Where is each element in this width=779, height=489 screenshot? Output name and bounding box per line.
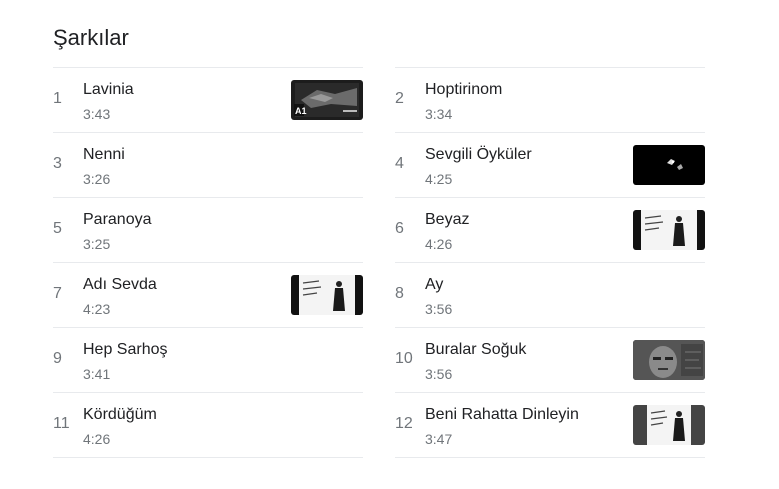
song-duration: 3:47 [425, 431, 453, 447]
video-thumbnail[interactable]: A1 [291, 80, 363, 120]
track-number: 10 [395, 350, 413, 367]
track-number: 2 [395, 90, 404, 107]
song-title[interactable]: Lavinia [83, 81, 134, 99]
track-number: 9 [53, 350, 62, 367]
video-thumbnail[interactable] [633, 145, 705, 185]
album-cover-thumbnail[interactable] [633, 405, 705, 445]
song-item[interactable]: 9 Hep Sarhoş 3:41 [53, 327, 363, 392]
song-item[interactable]: 7 Adı Sevda 4:23 [53, 262, 363, 327]
song-item[interactable]: 2 Hoptirinom 3:34 [395, 67, 705, 132]
song-title[interactable]: Kördüğüm [83, 406, 157, 424]
video-thumbnail[interactable] [633, 340, 705, 380]
song-item[interactable]: 3 Nenni 3:26 [53, 132, 363, 197]
song-duration: 3:43 [83, 106, 111, 122]
album-cover-thumbnail[interactable] [633, 210, 705, 250]
song-duration: 3:56 [425, 366, 453, 382]
song-item[interactable]: 12 Beni Rahatta Dinleyin 3:47 [395, 392, 705, 458]
song-duration: 3:34 [425, 106, 453, 122]
track-number: 3 [53, 155, 62, 172]
svg-text:A1: A1 [295, 106, 307, 116]
section-heading: Şarkılar [53, 25, 129, 50]
track-number: 8 [395, 285, 404, 302]
song-title[interactable]: Sevgili Öyküler [425, 146, 532, 164]
song-title[interactable]: Buralar Soğuk [425, 341, 526, 359]
track-number: 5 [53, 220, 62, 237]
song-title[interactable]: Hoptirinom [425, 81, 502, 99]
song-item[interactable]: 1 Lavinia 3:43 A1 [53, 67, 363, 132]
song-duration: 4:25 [425, 171, 453, 187]
song-duration: 3:25 [83, 236, 111, 252]
song-title[interactable]: Hep Sarhoş [83, 341, 168, 359]
song-item[interactable]: 6 Beyaz 4:26 [395, 197, 705, 262]
song-duration: 4:26 [425, 236, 453, 252]
song-duration: 4:23 [83, 301, 111, 317]
song-item[interactable]: 5 Paranoya 3:25 [53, 197, 363, 262]
track-number: 7 [53, 285, 62, 302]
song-item[interactable]: 10 Buralar Soğuk 3:56 [395, 327, 705, 392]
song-duration: 3:26 [83, 171, 111, 187]
song-duration: 3:41 [83, 366, 111, 382]
track-number: 6 [395, 220, 404, 237]
song-item[interactable]: 8 Ay 3:56 [395, 262, 705, 327]
song-title[interactable]: Adı Sevda [83, 276, 157, 294]
song-title[interactable]: Nenni [83, 146, 125, 164]
song-list: 1 Lavinia 3:43 A1 2 Hoptirinom 3:34 3 Ne… [53, 67, 705, 458]
track-number: 1 [53, 90, 62, 107]
song-item[interactable]: 4 Sevgili Öyküler 4:25 [395, 132, 705, 197]
song-duration: 3:56 [425, 301, 453, 317]
song-duration: 4:26 [83, 431, 111, 447]
track-number: 11 [53, 415, 70, 432]
song-item[interactable]: 11 Kördüğüm 4:26 [53, 392, 363, 458]
track-number: 4 [395, 155, 404, 172]
song-title[interactable]: Beni Rahatta Dinleyin [425, 406, 579, 424]
song-title[interactable]: Beyaz [425, 211, 469, 229]
song-title[interactable]: Paranoya [83, 211, 152, 229]
track-number: 12 [395, 415, 413, 432]
album-cover-thumbnail[interactable] [291, 275, 363, 315]
song-title[interactable]: Ay [425, 276, 443, 294]
